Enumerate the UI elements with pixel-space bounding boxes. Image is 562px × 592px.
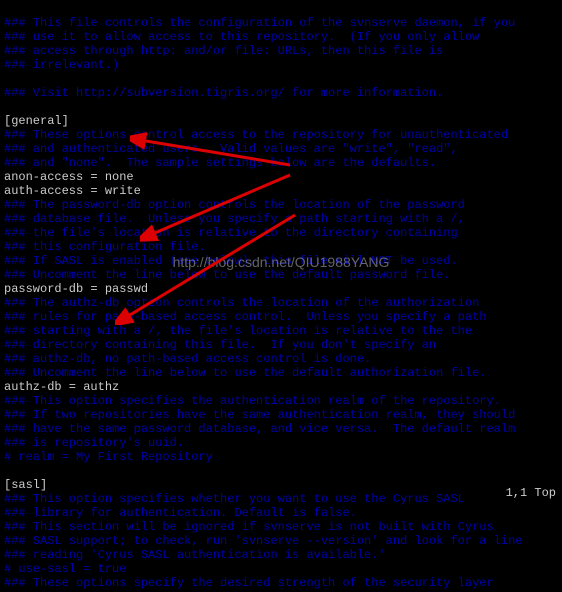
comment-line: ### These options specify the desired st… xyxy=(4,576,494,590)
comment-line: ### These options control access to the … xyxy=(4,128,508,142)
comment-line: ### The authz-db option controls the loc… xyxy=(4,296,479,310)
comment-line: ### If SASL is enabled (see below), this… xyxy=(4,254,458,268)
setting-password-db: password-db = passwd xyxy=(4,282,148,296)
setting-auth-access: auth-access = write xyxy=(4,184,141,198)
comment-line: ### this configuration file. xyxy=(4,240,206,254)
comment-line: ### database file. Unless you specify a … xyxy=(4,212,465,226)
comment-line: ### and "none". The sample settings belo… xyxy=(4,156,436,170)
comment-line: ### authz-db, no path-based access contr… xyxy=(4,352,371,366)
comment-line: ### Visit http://subversion.tigris.org/ … xyxy=(4,86,443,100)
section-general: [general] xyxy=(4,114,69,128)
comment-line: ### This file controls the configuration… xyxy=(4,16,515,30)
comment-line: # use-sasl = true xyxy=(4,562,126,576)
comment-line: ### access through http: and/or file: UR… xyxy=(4,44,443,58)
comment-line: ### is repository's uuid. xyxy=(4,436,184,450)
comment-line: ### The password-db option controls the … xyxy=(4,198,465,212)
comment-line: ### and authenticated users. Valid value… xyxy=(4,142,458,156)
comment-line: ### the file's location is relative to t… xyxy=(4,226,458,240)
comment-line: ### If two repositories have the same au… xyxy=(4,408,515,422)
comment-line: # realm = My First Repository xyxy=(4,450,213,464)
comment-line: ### directory containing this file. If y… xyxy=(4,338,436,352)
comment-line: ### This option specifies the authentica… xyxy=(4,394,501,408)
comment-line: ### rules for path-based access control.… xyxy=(4,310,486,324)
comment-line: ### Uncomment the line below to use the … xyxy=(4,366,486,380)
comment-line: ### reading 'Cyrus SASL authentication i… xyxy=(4,548,386,562)
comment-line: ### have the same password database, and… xyxy=(4,422,515,436)
comment-line: ### library for authentication. Default … xyxy=(4,506,357,520)
comment-line: ### use it to allow access to this repos… xyxy=(4,30,479,44)
setting-anon-access: anon-access = none xyxy=(4,170,134,184)
config-editor[interactable]: ### This file controls the configuration… xyxy=(0,0,562,592)
comment-line: ### irrelevant.) xyxy=(4,58,119,72)
comment-line: ### Uncomment the line below to use the … xyxy=(4,268,450,282)
comment-line: ### This section will be ignored if svns… xyxy=(4,520,494,534)
status-bar: 1,1 Top xyxy=(0,486,562,500)
setting-authz-db: authz-db = authz xyxy=(4,380,119,394)
comment-line: ### SASL support; to check, run 'svnserv… xyxy=(4,534,522,548)
comment-line: ### starting with a /, the file's locati… xyxy=(4,324,472,338)
